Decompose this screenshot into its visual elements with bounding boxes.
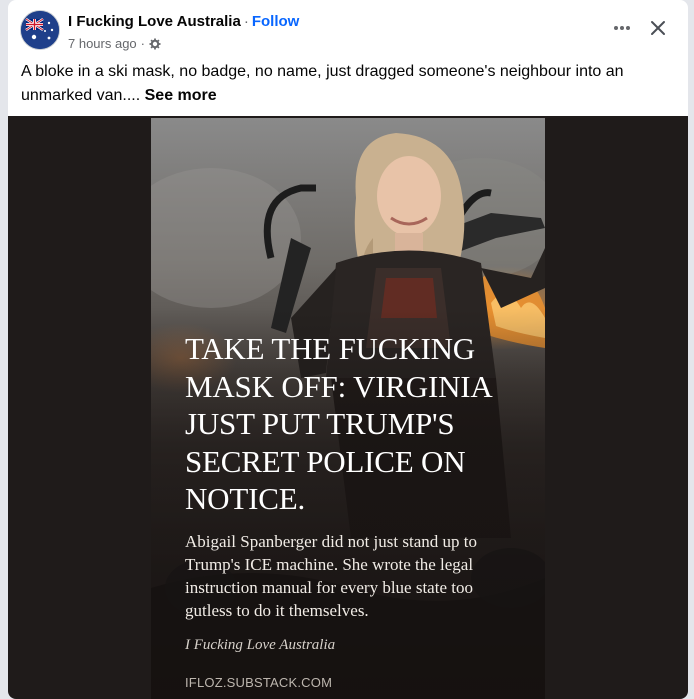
- name-line: I Fucking Love Australia · Follow: [68, 13, 299, 30]
- image-byline: I Fucking Love Australia: [185, 637, 336, 653]
- post-header: I Fucking Love Australia · Follow 7 hours …: [8, 0, 688, 116]
- post-meta: 7 hours ago ·: [68, 36, 161, 51]
- see-more-link[interactable]: See more: [145, 87, 217, 104]
- post-card: I Fucking Love Australia · Follow 7 hours …: [8, 0, 688, 699]
- page-avatar[interactable]: [20, 10, 60, 50]
- post-timestamp[interactable]: 7 hours ago: [68, 36, 137, 51]
- page-name[interactable]: I Fucking Love Australia: [68, 13, 241, 30]
- close-icon: [651, 21, 665, 35]
- post-text: A bloke in a ski mask, no badge, no name…: [21, 60, 671, 108]
- gear-icon[interactable]: [149, 38, 161, 50]
- more-options-button[interactable]: [606, 14, 638, 42]
- article-image[interactable]: Take the fucking mask off: Virginia just…: [151, 118, 545, 699]
- separator-dot: ·: [243, 13, 249, 30]
- more-dots-icon: [614, 26, 630, 30]
- image-source-url: IFLOZ.SUBSTACK.COM: [185, 675, 333, 690]
- image-headline: Take the fucking mask off: Virginia just…: [185, 331, 491, 516]
- close-button[interactable]: [644, 13, 672, 43]
- follow-button[interactable]: Follow: [252, 13, 300, 30]
- australian-flag-icon: [21, 11, 59, 49]
- post-media[interactable]: Take the fucking mask off: Virginia just…: [8, 116, 688, 699]
- image-subtext: Abigail Spanberger did not just stand up…: [185, 532, 477, 620]
- post-body: A bloke in a ski mask, no badge, no name…: [21, 63, 624, 104]
- meta-separator: ·: [140, 36, 146, 51]
